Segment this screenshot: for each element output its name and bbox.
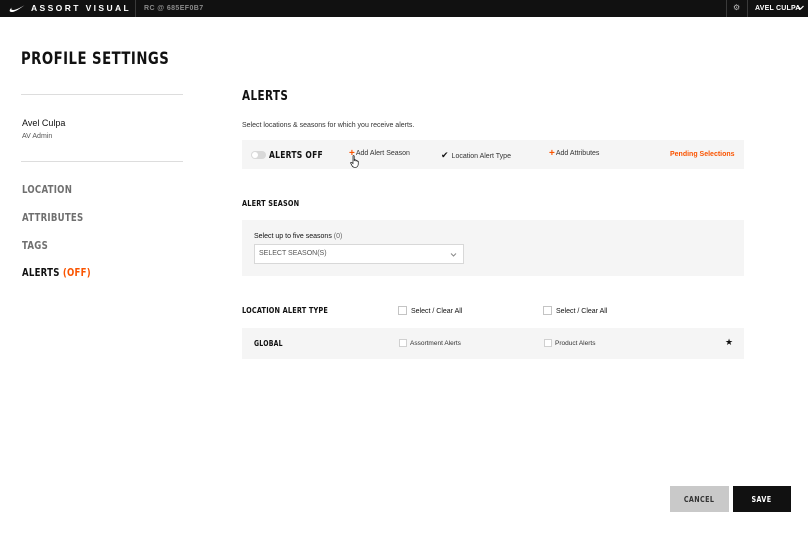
alert-season-heading: ALERT SEASON [242,199,300,208]
cancel-button[interactable]: CANCEL [670,486,729,512]
save-button-label: SAVE [751,494,773,504]
add-attributes-button[interactable]: +Add Attributes [549,148,600,159]
star-icon[interactable]: ★ [725,337,733,348]
nav-item-location[interactable]: LOCATION [22,183,72,196]
select-clear-all-product[interactable]: Select / Clear All [543,306,607,315]
checkbox[interactable] [398,306,407,315]
select-clear-all-label: Select / Clear All [556,308,608,315]
alert-season-panel: Select up to five seasons (0) SELECT SEA… [242,220,744,276]
checkbox[interactable] [544,339,552,347]
assortment-alerts-label: Assortment Alerts [410,340,461,347]
product-alerts-checkbox[interactable]: Product Alerts [544,339,595,347]
table-row: GLOBAL Assortment Alerts Product Alerts … [242,328,744,359]
swoosh-logo-icon[interactable] [9,4,25,13]
nav-item-alerts[interactable]: ALERTS (OFF) [22,266,91,279]
alert-toolbar: ALERTS OFF + Add Alert Season ✔ Location A… [242,140,744,169]
alerts-toggle[interactable] [251,151,266,159]
brand-name[interactable]: ASSORT VISUAL [31,3,131,14]
season-select-label-text: Select up to five seasons [254,233,332,240]
divider [21,94,183,95]
section-title: ALERTS [242,89,289,104]
gear-icon[interactable]: ⚙ [733,2,740,14]
select-clear-all-label: Select / Clear All [411,308,463,315]
nav-item-attributes[interactable]: ATTRIBUTES [22,211,83,224]
toggle-knob [252,152,258,158]
checkbox[interactable] [543,306,552,315]
assortment-alerts-checkbox[interactable]: Assortment Alerts [399,339,461,347]
select-clear-all-assortment[interactable]: Select / Clear All [398,306,462,315]
top-bar: ASSORT VISUAL RC @ 685EF0B7 ⚙ AVEL CULPA [0,0,808,17]
checkbox[interactable] [399,339,407,347]
profile-user-role: AV Admin [22,133,53,140]
location-name: GLOBAL [254,339,283,348]
profile-user-name: Avel Culpa [22,118,66,128]
page-title: PROFILE SETTINGS [21,49,170,69]
season-count: (0) [333,233,343,240]
checkmark-icon: ✔ [441,150,449,160]
pending-selections-link[interactable]: Pending Selections [670,151,735,158]
add-alert-season-label: Add Alert Season [355,150,410,157]
add-attributes-label: Add Attributes [555,150,600,157]
topbar-divider [747,0,748,17]
hand-cursor-icon [350,155,359,168]
topbar-divider [135,0,136,17]
divider [21,161,183,162]
nav-item-alerts-label: ALERTS [22,266,60,279]
build-version: RC @ 685EF0B7 [144,5,204,12]
nav-item-tags[interactable]: TAGS [22,239,48,252]
chevron-down-icon [450,253,457,257]
season-select-placeholder: SELECT SEASON(S) [259,250,327,257]
location-alert-type-heading: LOCATION ALERT TYPE [242,306,329,315]
user-menu-name[interactable]: AVEL CULPA [755,3,801,14]
alerts-toggle-label: ALERTS OFF [269,150,323,161]
section-description: Select locations & seasons for which you… [242,122,415,129]
cancel-button-label: CANCEL [684,494,715,504]
product-alerts-label: Product Alerts [555,340,596,347]
chevron-down-icon[interactable] [796,3,805,12]
season-select-label: Select up to five seasons (0) [254,233,342,240]
plus-icon: + [549,148,555,159]
topbar-divider [726,0,727,17]
location-alert-type-button[interactable]: ✔ Location Alert Type [441,150,511,161]
save-button[interactable]: SAVE [733,486,791,512]
alerts-status: (OFF) [62,266,91,279]
season-select-dropdown[interactable]: SELECT SEASON(S) [254,244,464,264]
location-alert-type-label: Location Alert Type [451,153,511,160]
